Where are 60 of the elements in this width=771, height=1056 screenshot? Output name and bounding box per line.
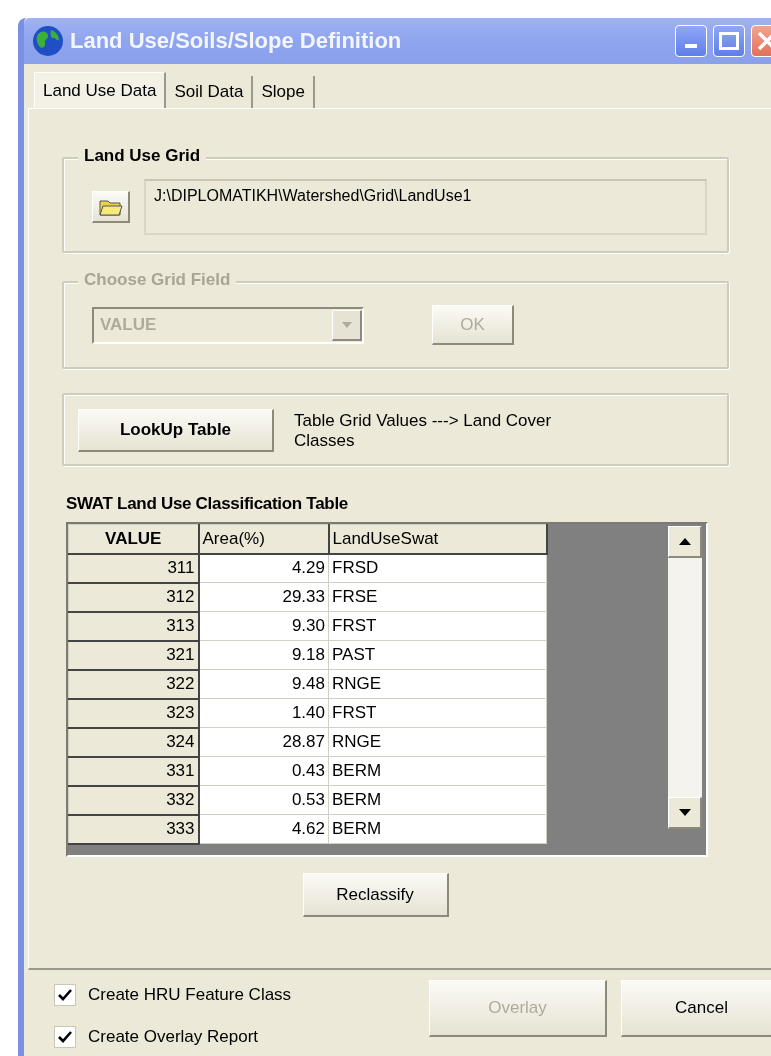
column-header[interactable]: Area(%): [198, 524, 329, 554]
table-cell: BERM: [328, 785, 547, 815]
reclassify-button[interactable]: Reclassify: [302, 873, 449, 917]
table-cell: 1.40: [198, 698, 329, 728]
caret-icon: [341, 321, 352, 328]
table-cell: 28.87: [198, 727, 329, 757]
row-header: 322: [68, 669, 199, 699]
lookup-button[interactable]: LookUp Table: [78, 409, 274, 452]
maximize-icon: [719, 32, 739, 50]
row-header: 313: [68, 611, 199, 641]
checkbox-label: Create HRU Feature Class: [88, 985, 292, 1005]
minimize-icon: [685, 44, 697, 48]
row-header: 332: [68, 785, 199, 815]
table-cell: 9.48: [198, 669, 329, 699]
table-cell: 0.53: [198, 785, 329, 815]
description-text: Table Grid Values ---> Land Cover Classes: [294, 410, 553, 451]
table-cell: 0.43: [198, 756, 329, 786]
table-cell: FRSE: [328, 582, 547, 612]
checkmark-icon: [58, 1031, 72, 1043]
table-cell: 4.62: [198, 814, 329, 844]
checkbox[interactable]: [54, 984, 76, 1006]
table-cell: FRST: [328, 698, 547, 728]
up-arrow-icon: [678, 538, 691, 545]
row-header: 312: [68, 582, 199, 612]
table-cell: RNGE: [328, 669, 547, 699]
table-cell: BERM: [328, 814, 547, 844]
table-cell: BERM: [328, 756, 547, 786]
row-header: 333: [68, 814, 199, 844]
table-cell: RNGE: [328, 727, 547, 757]
checkmark-icon: [58, 989, 72, 1001]
down-arrow-icon: [678, 809, 691, 816]
column-header[interactable]: LandUseSwat: [328, 524, 547, 554]
table-cell: FRST: [328, 611, 547, 641]
table-cell: 29.33: [198, 582, 329, 612]
row-header: 311: [68, 553, 199, 583]
checkbox-label: Create Overlay Report: [88, 1027, 259, 1047]
column-header[interactable]: VALUE: [68, 524, 199, 554]
folder-icon: [98, 197, 123, 216]
row-header: 323: [68, 698, 199, 728]
dialog-button[interactable]: Cancel: [621, 980, 771, 1037]
minimize-button[interactable]: [675, 25, 707, 57]
table-cell: 9.30: [198, 611, 329, 641]
path-field[interactable]: J:\DIPLOMATIKH\Watershed\Grid\LandUse1: [144, 179, 707, 235]
table-cell: PAST: [328, 640, 547, 670]
globe-icon: [32, 25, 64, 57]
table-cell: 9.18: [198, 640, 329, 670]
maximize-button[interactable]: [713, 25, 745, 57]
tab[interactable]: Land Use Data: [34, 72, 167, 108]
row-header: 324: [68, 727, 199, 757]
checkbox[interactable]: [54, 1026, 76, 1048]
row-header: 321: [68, 640, 199, 670]
close-icon: [757, 31, 771, 51]
scrollbar[interactable]: [668, 526, 702, 829]
table-cell: 4.29: [198, 553, 329, 583]
row-header: 331: [68, 756, 199, 786]
table-title: SWAT Land Use Classification Table: [66, 494, 349, 514]
table-cell: FRSD: [328, 553, 547, 583]
dropdown-value: VALUE: [100, 315, 157, 335]
browse-button[interactable]: [92, 191, 130, 223]
window-title: Land Use/Soils/Slope Definition: [70, 28, 403, 54]
